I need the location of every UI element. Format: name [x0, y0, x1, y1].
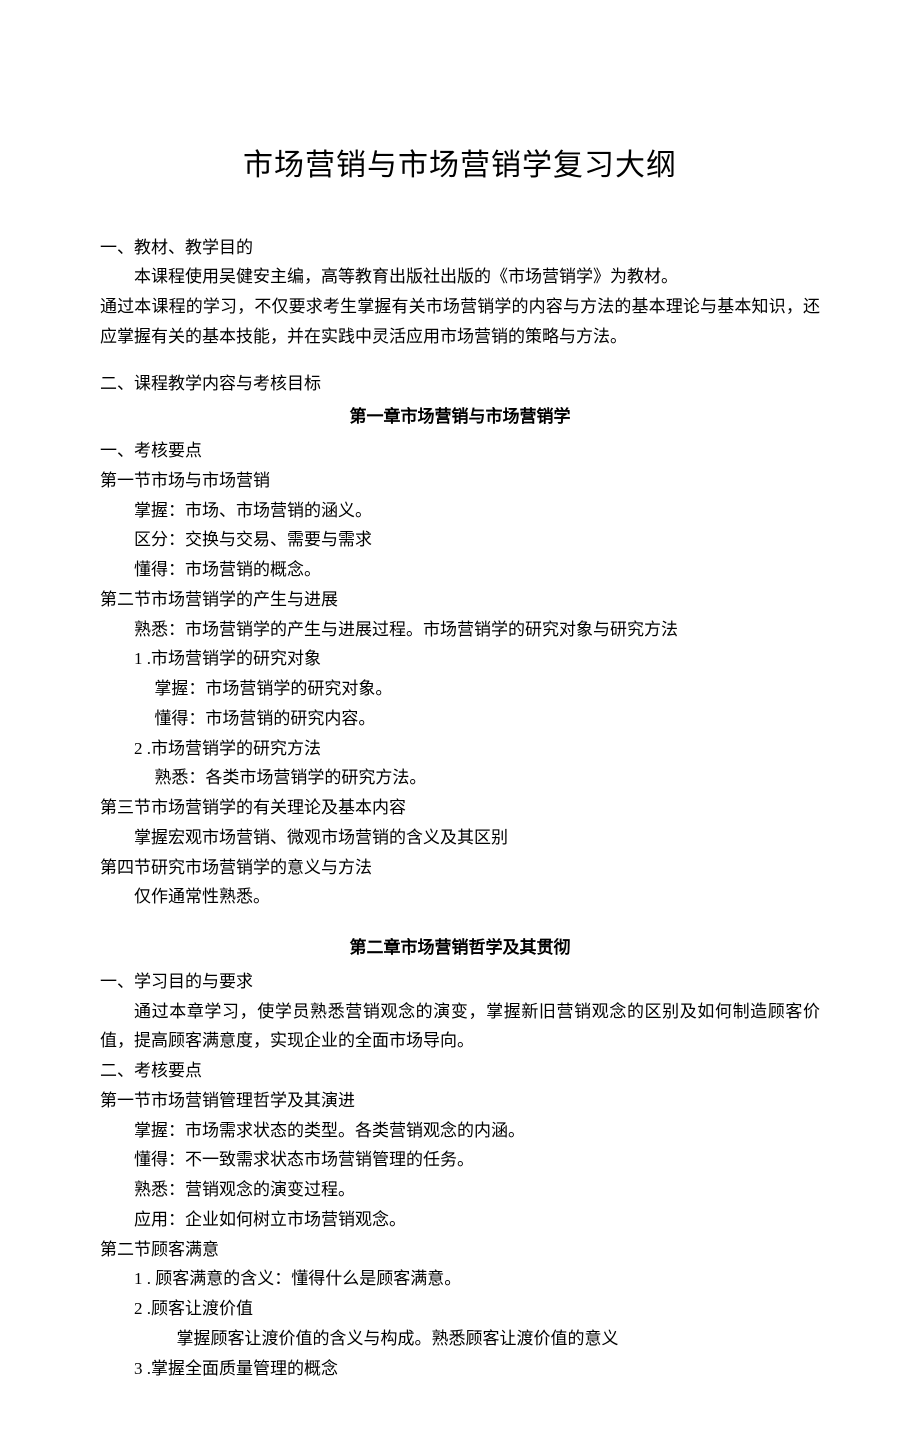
body-text: 通过本章学习，使学员熟悉营销观念的演变，掌握新旧营销观念的区别及如何制造顾客价值… — [100, 997, 820, 1057]
body-text: 掌握：市场、市场营销的涵义。 — [100, 496, 820, 526]
section-heading: 二、课程教学内容与考核目标 — [100, 369, 820, 399]
body-text: 熟悉：各类市场营销学的研究方法。 — [100, 763, 820, 793]
subsection-heading: 一、学习目的与要求 — [100, 967, 820, 997]
chapter-heading: 第二章市场营销哲学及其贯彻 — [100, 933, 820, 963]
document-title: 市场营销与市场营销学复习大纲 — [100, 140, 820, 193]
list-item: 1 .市场营销学的研究对象 — [100, 644, 820, 674]
subsection-heading: 一、考核要点 — [100, 436, 820, 466]
body-text: 懂得：不一致需求状态市场营销管理的任务。 — [100, 1145, 820, 1175]
section-node-heading: 第二节顾客满意 — [100, 1235, 820, 1265]
spacer — [100, 352, 820, 369]
list-item: 2 .市场营销学的研究方法 — [100, 734, 820, 764]
body-text: 懂得：市场营销的研究内容。 — [100, 704, 820, 734]
body-text: 熟悉：营销观念的演变过程。 — [100, 1175, 820, 1205]
body-text: 掌握顾客让渡价值的含义与构成。熟悉顾客让渡价值的意义 — [100, 1324, 820, 1354]
body-text: 掌握宏观市场营销、微观市场营销的含义及其区别 — [100, 823, 820, 853]
list-item: 1 . 顾客满意的含义：懂得什么是顾客满意。 — [100, 1264, 820, 1294]
body-text: 熟悉：市场营销学的产生与进展过程。市场营销学的研究对象与研究方法 — [100, 615, 820, 645]
section-heading: 一、教材、教学目的 — [100, 233, 820, 263]
section-node-heading: 第一节市场营销管理哲学及其演进 — [100, 1086, 820, 1116]
body-text: 区分：交换与交易、需要与需求 — [100, 525, 820, 555]
body-text: 掌握：市场营销学的研究对象。 — [100, 674, 820, 704]
list-item: 2 .顾客让渡价值 — [100, 1294, 820, 1324]
section-node-heading: 第二节市场营销学的产生与进展 — [100, 585, 820, 615]
body-text: 掌握：市场需求状态的类型。各类营销观念的内涵。 — [100, 1116, 820, 1146]
body-text: 通过本课程的学习，不仅要求考生掌握有关市场营销学的内容与方法的基本理论与基本知识… — [100, 292, 820, 352]
body-text: 仅作通常性熟悉。 — [100, 882, 820, 912]
subsection-heading: 二、考核要点 — [100, 1056, 820, 1086]
section-node-heading: 第三节市场营销学的有关理论及基本内容 — [100, 793, 820, 823]
spacer — [100, 912, 820, 929]
section-node-heading: 第一节市场与市场营销 — [100, 466, 820, 496]
section-node-heading: 第四节研究市场营销学的意义与方法 — [100, 853, 820, 883]
body-text: 本课程使用吴健安主编，高等教育出版社出版的《市场营销学》为教材。 — [100, 262, 820, 292]
body-text: 应用：企业如何树立市场营销观念。 — [100, 1205, 820, 1235]
document-page: 市场营销与市场营销学复习大纲 一、教材、教学目的 本课程使用吴健安主编，高等教育… — [0, 0, 920, 1443]
body-text: 懂得：市场营销的概念。 — [100, 555, 820, 585]
list-item: 3 .掌握全面质量管理的概念 — [100, 1354, 820, 1384]
chapter-heading: 第一章市场营销与市场营销学 — [100, 402, 820, 432]
